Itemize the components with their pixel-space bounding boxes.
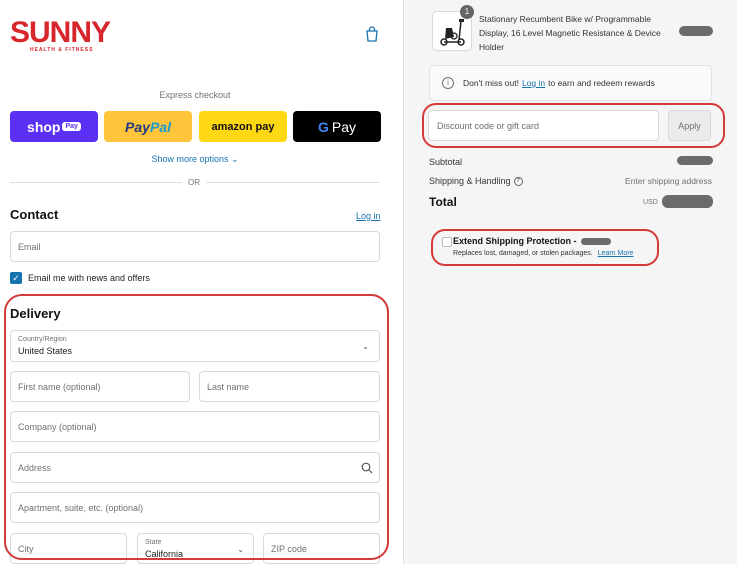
contact-heading: Contact: [10, 207, 59, 222]
apartment-placeholder: Apartment, suite, etc. (optional): [18, 502, 144, 513]
amazon-pay-label: amazon pay: [211, 120, 275, 133]
first-name-placeholder: First name (optional): [18, 381, 101, 392]
newsletter-label: Email me with news and offers: [28, 273, 150, 283]
extend-highlight-annotation: [431, 229, 659, 266]
learn-more-link[interactable]: Learn More: [598, 250, 634, 257]
newsletter-row: ✓ Email me with news and offers: [10, 272, 150, 284]
product-title: Stationary Recumbent Bike w/ Programmabl…: [479, 14, 661, 52]
shipping-label: Shipping & Handling: [429, 176, 511, 186]
shop-pay-button[interactable]: shop Pay: [10, 111, 98, 142]
help-icon[interactable]: ?: [513, 177, 523, 187]
shop-pay-badge: Pay: [62, 122, 81, 131]
paypal-button[interactable]: Pay Pal: [104, 111, 192, 142]
newsletter-checkbox[interactable]: ✓: [10, 272, 22, 284]
shop-pay-label: shop: [27, 118, 61, 135]
express-checkout-title: Express checkout: [159, 90, 231, 100]
country-select[interactable]: Country/Region United States ⌄: [10, 330, 380, 362]
extend-description-text: Replaces lost, damaged, or stolen packag…: [453, 250, 593, 257]
notice-suffix: to earn and redeem rewards: [548, 78, 655, 88]
shipping-row: Shipping & Handling?: [429, 176, 523, 187]
redacted-price: [679, 26, 713, 36]
discount-placeholder: Discount code or gift card: [437, 120, 540, 131]
google-pay-button[interactable]: G Pay: [293, 111, 381, 142]
info-icon: i: [442, 77, 454, 89]
logo-wordmark: SUNNY: [10, 16, 111, 49]
city-placeholder: City: [18, 543, 34, 554]
checkout-form-panel: SUNNY HEALTH & FITNESS Express checkout …: [0, 0, 404, 564]
notice-prefix: Don't miss out!: [463, 78, 519, 88]
extend-title-text: Extend Shipping Protection -: [453, 236, 577, 246]
redacted-subtotal: [677, 156, 713, 165]
email-field[interactable]: Email: [10, 231, 380, 262]
google-g-icon: G: [317, 118, 329, 135]
address-field[interactable]: Address: [10, 452, 380, 483]
zip-placeholder: ZIP code: [271, 543, 307, 554]
paypal-label-a: Pay: [125, 118, 150, 135]
zip-field[interactable]: ZIP code: [263, 533, 380, 564]
apartment-field[interactable]: Apartment, suite, etc. (optional): [10, 492, 380, 523]
country-value: United States: [18, 346, 73, 356]
shipping-value: Enter shipping address: [625, 176, 712, 186]
quantity-badge: 1: [460, 5, 474, 19]
city-field[interactable]: City: [10, 533, 127, 564]
rewards-login-link[interactable]: Log in: [522, 78, 545, 88]
chevron-down-icon: ⌄: [362, 342, 369, 351]
paypal-label-b: Pal: [149, 118, 171, 135]
chevron-down-icon: ⌄: [237, 545, 244, 554]
rewards-notice: i Don't miss out! Log in to earn and red…: [429, 65, 712, 101]
address-placeholder: Address: [18, 462, 52, 473]
currency-code: USD: [643, 199, 658, 206]
login-link[interactable]: Log in: [356, 211, 381, 221]
redacted-total: [662, 195, 713, 208]
show-more-options-link[interactable]: Show more options ⌄: [10, 154, 380, 165]
extend-description: Replaces lost, damaged, or stolen packag…: [453, 250, 633, 257]
state-label: State: [145, 539, 162, 546]
state-select[interactable]: State California ⌄: [137, 533, 254, 564]
amazon-pay-button[interactable]: amazon pay: [199, 111, 287, 142]
subtotal-label: Subtotal: [429, 157, 463, 167]
company-placeholder: Company (optional): [18, 421, 97, 432]
sunny-logo[interactable]: SUNNY HEALTH & FITNESS: [10, 10, 111, 56]
last-name-field[interactable]: Last name: [199, 371, 380, 402]
extend-title: Extend Shipping Protection -: [453, 236, 612, 246]
first-name-field[interactable]: First name (optional): [10, 371, 190, 402]
apply-button[interactable]: Apply: [668, 110, 711, 141]
delivery-heading: Delivery: [10, 306, 61, 321]
search-icon: [361, 462, 373, 474]
discount-code-input[interactable]: Discount code or gift card: [428, 110, 659, 141]
or-divider-label: OR: [182, 178, 206, 187]
google-pay-label: Pay: [331, 118, 356, 135]
state-value: California: [145, 549, 184, 559]
total-label: Total: [429, 195, 457, 209]
shopping-bag-icon[interactable]: [365, 26, 379, 42]
email-placeholder: Email: [18, 241, 41, 252]
redacted-extend-price: [581, 238, 612, 246]
company-field[interactable]: Company (optional): [10, 411, 380, 442]
logo-tagline: HEALTH & FITNESS: [30, 47, 94, 53]
country-label: Country/Region: [18, 336, 67, 343]
extend-protection-checkbox[interactable]: [442, 237, 452, 247]
last-name-placeholder: Last name: [207, 381, 250, 392]
order-summary-panel: 1 Stationary Recumbent Bike w/ Programma…: [404, 0, 737, 564]
